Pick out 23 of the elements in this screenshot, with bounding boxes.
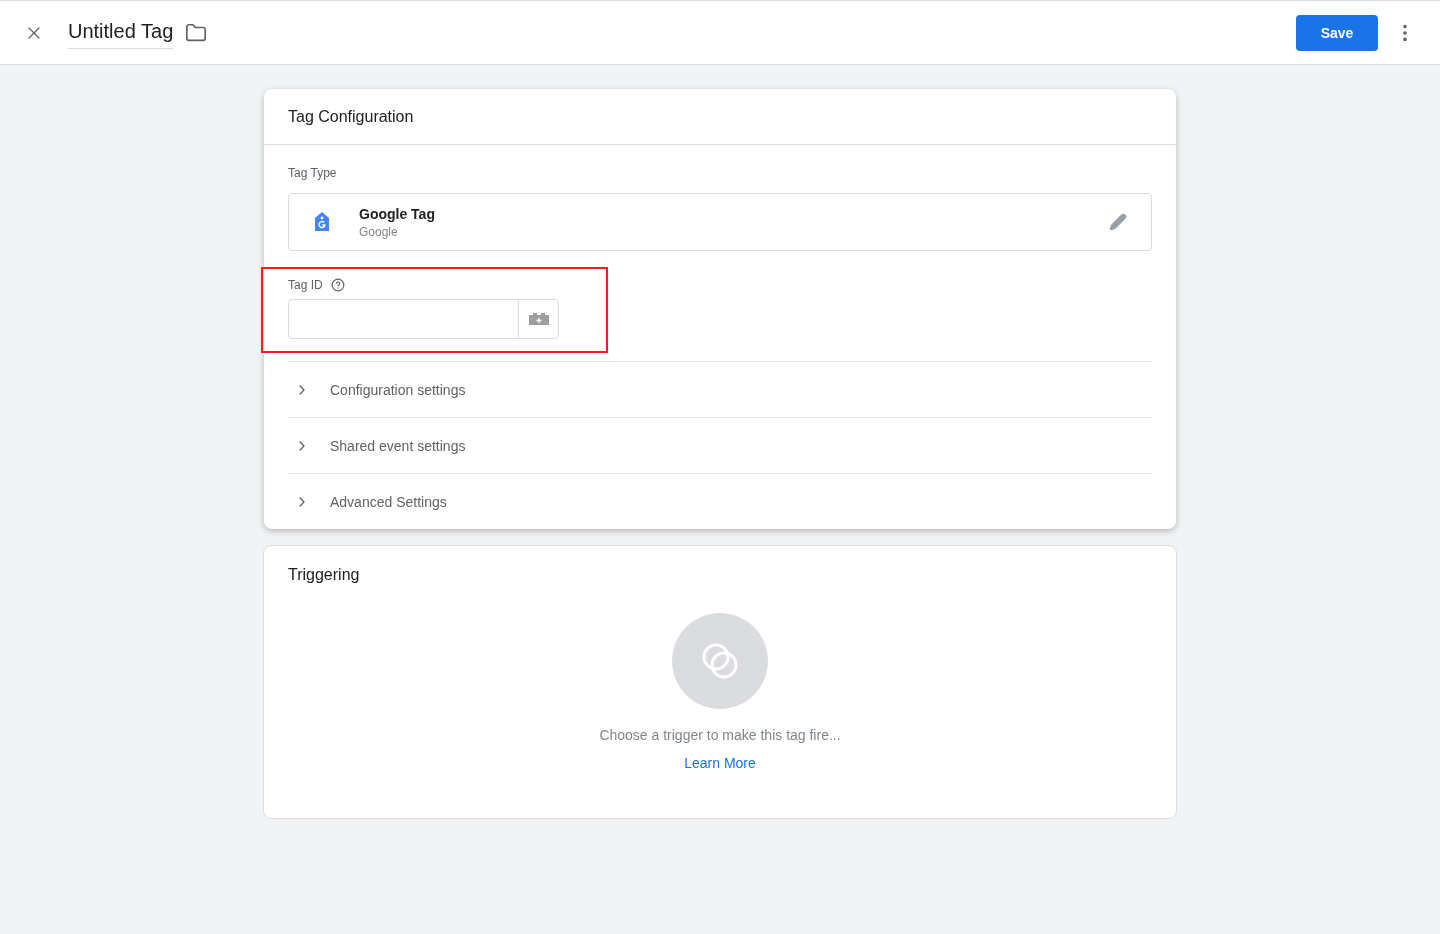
section-title: Advanced Settings — [330, 492, 447, 512]
edit-icon[interactable] — [1109, 213, 1127, 231]
help-icon[interactable] — [330, 278, 345, 292]
tag-type-selector[interactable]: Google Tag Google — [288, 193, 1152, 251]
tag-name-field[interactable]: Untitled Tag — [68, 16, 174, 49]
collapsible-section[interactable]: Configuration settings — [288, 361, 1152, 417]
section-title: Configuration settings — [330, 380, 466, 400]
save-button[interactable]: Save — [1296, 14, 1378, 51]
card-title: Tag Configuration — [288, 106, 414, 127]
brick-plus-icon — [527, 312, 550, 326]
field-label: Tag Type — [288, 165, 338, 181]
tag-type-vendor: Google — [359, 224, 399, 240]
section-title: Shared event settings — [330, 436, 466, 456]
folder-icon[interactable] — [185, 21, 208, 44]
collapsible-section[interactable]: Shared event settings — [288, 417, 1152, 473]
collapsible-section[interactable]: Advanced Settings — [288, 473, 1152, 529]
card-title: Triggering — [287, 565, 361, 585]
tag-icon — [313, 211, 331, 233]
learn-more-link[interactable]: Learn More — [684, 753, 756, 773]
trigger-hint: Choose a trigger to make this tag fire... — [599, 726, 841, 745]
tag-type-name: Google Tag — [359, 205, 435, 224]
field-label: Tag ID — [288, 277, 323, 293]
tag-id-field[interactable] — [288, 299, 559, 339]
